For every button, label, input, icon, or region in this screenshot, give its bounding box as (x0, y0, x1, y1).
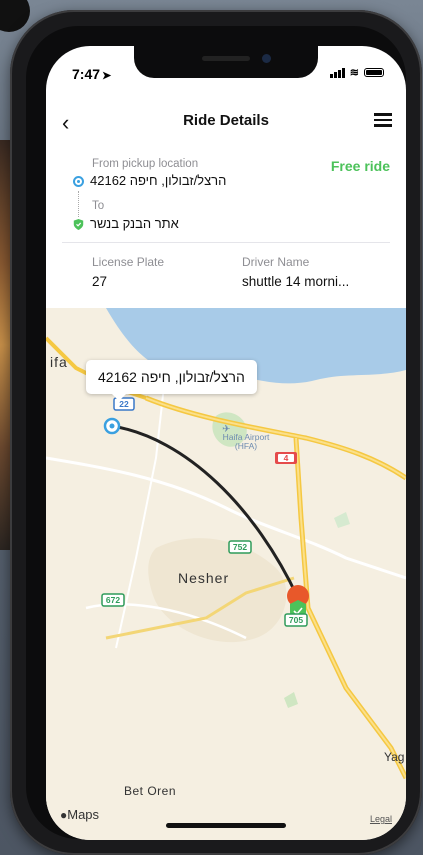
pickup-address: הרצל/זבולון, חיפה 42162 (90, 173, 227, 188)
status-bar-indicators: ≋ (329, 66, 384, 79)
page-title: Ride Details (183, 112, 269, 129)
map-label-airport: Haifa Airport (HFA) (222, 432, 270, 451)
phone-screen: 7:47 ➤ ≋ ‹ Ride Details From pickup locat… (46, 46, 406, 840)
list-menu-icon[interactable] (374, 113, 392, 127)
map-label-bet-oren: Bet Oren (124, 784, 177, 798)
battery-icon (364, 68, 384, 77)
status-bar-time: 7:47 ➤ (72, 66, 112, 82)
route-card: From pickup location הרצל/זבולון, חיפה 4… (46, 146, 406, 238)
license-plate-label: License Plate (92, 255, 165, 269)
road-shield-4-label: 4 (284, 453, 289, 463)
map-label-yagur: Yag (384, 750, 405, 764)
signal-icon (329, 67, 345, 78)
pickup-location-icon (73, 176, 84, 187)
destination-shield-icon (73, 219, 84, 230)
license-plate-value: 27 (92, 274, 108, 289)
notch (134, 46, 318, 78)
road-shield-705-label: 705 (289, 615, 303, 625)
from-label: From pickup location (92, 158, 199, 170)
divider (62, 242, 390, 243)
price-badge: Free ride (330, 158, 390, 174)
apple-maps-attribution: ●Maps (60, 807, 100, 822)
location-arrow-icon: ➤ (102, 70, 112, 82)
wifi-icon: ≋ (349, 67, 359, 79)
map-label-haifa: ifa (50, 354, 68, 370)
home-indicator[interactable] (166, 823, 286, 828)
to-label: To (92, 200, 105, 212)
navigation-bar: ‹ Ride Details (46, 102, 406, 142)
route-connector (78, 191, 79, 217)
destination-address: אתר הבנק בנשר (90, 216, 179, 231)
road-shield-672-label: 672 (106, 595, 120, 605)
road-shield-752-label: 752 (233, 542, 247, 552)
map-view[interactable]: 22 4 752 672 705 ✈ הרצל/זבולון, חיפה 421… (46, 308, 406, 840)
driver-name-value: shuttle 14 morni... (242, 274, 350, 289)
legal-link[interactable]: Legal (370, 814, 392, 824)
map-label-nesher: Nesher (178, 570, 230, 586)
pickup-callout[interactable]: הרצל/זבולון, חיפה 42162 (86, 360, 257, 401)
driver-name-label: Driver Name (242, 255, 310, 269)
